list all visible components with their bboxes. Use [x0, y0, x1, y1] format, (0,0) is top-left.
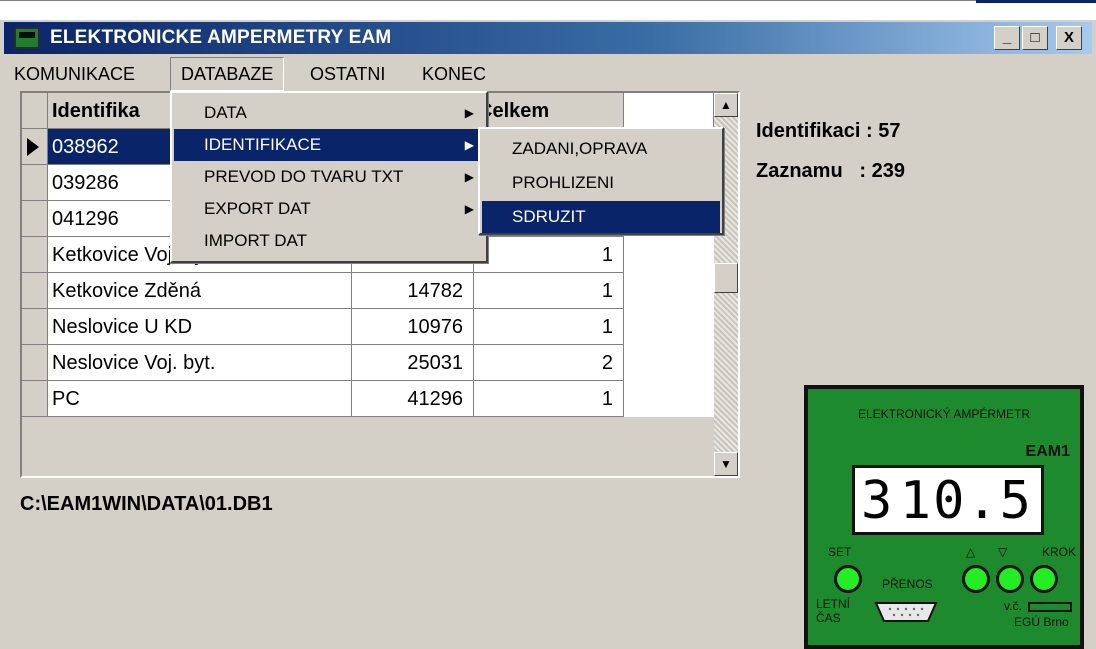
table-row-value[interactable]: 25031	[352, 345, 474, 381]
ampermeter-device-image: ELEKTRONICKÝ AMPÉRMETR EAM1 3 10.5 SET △…	[804, 385, 1084, 649]
background-desktop-strip	[0, 0, 1096, 20]
serial-connector-icon	[874, 602, 938, 622]
menu-item-label: EXPORT DAT	[204, 199, 311, 218]
up-icon: △	[966, 545, 976, 559]
databaze-menu: DATA ▶ IDENTIFIKACE ▶ PREVOD DO TVARU TXT ▶…	[170, 91, 488, 263]
row-indicator[interactable]	[22, 129, 48, 165]
table-row-value[interactable]: 41296	[352, 381, 474, 417]
table-row-value[interactable]: 14782	[352, 273, 474, 309]
menu-ostatni[interactable]: OSTATNI	[300, 57, 395, 91]
down-led	[996, 565, 1024, 593]
letni-label: LETNÍ	[816, 597, 851, 611]
menu-item-label: IMPORT DAT	[204, 231, 307, 250]
window-title: ELEKTRONICKE AMPERMETRY EAM	[50, 27, 392, 48]
scroll-up-button[interactable]: ▲	[714, 93, 738, 117]
menu-konec[interactable]: KONEC	[412, 57, 496, 91]
krok-led	[1030, 565, 1058, 593]
submenu-arrow-icon: ▶	[464, 170, 474, 184]
menu-bar: KOMUNIKACE DATABAZE OSTATNI KONEC	[4, 57, 1092, 91]
row-indicator[interactable]	[22, 165, 48, 201]
serial-number-slot	[1028, 602, 1072, 612]
row-indicator[interactable]	[22, 309, 48, 345]
close-button[interactable]: X	[1056, 26, 1082, 50]
app-icon	[14, 27, 40, 49]
table-row-name[interactable]: Neslovice Voj. byt.	[48, 345, 352, 381]
row-indicator[interactable]	[22, 273, 48, 309]
maker-label: EGÚ Brno	[1014, 615, 1069, 629]
menu-item-label: PREVOD DO TVARU TXT	[204, 167, 404, 186]
lcd-value: 10.5	[899, 471, 1033, 531]
menu-komunikace[interactable]: KOMUNIKACE	[4, 57, 145, 91]
grid-empty-space	[22, 417, 714, 476]
grid-empty-area	[624, 93, 714, 129]
row-indicator[interactable]	[22, 381, 48, 417]
submenu-arrow-icon: ▶	[464, 106, 474, 120]
menu-item-label: IDENTIFIKACE	[204, 135, 322, 154]
prenos-label: PŘENOS	[882, 577, 933, 591]
row-indicator[interactable]	[22, 201, 48, 237]
table-row-name[interactable]: PC	[48, 381, 352, 417]
table-row-name[interactable]: Neslovice U KD	[48, 309, 352, 345]
table-row-name[interactable]: Ketkovice Zděná	[48, 273, 352, 309]
row-indicator[interactable]	[22, 345, 48, 381]
submenu-arrow-icon: ▶	[464, 202, 474, 216]
table-row-value[interactable]: 10976	[352, 309, 474, 345]
identifikace-submenu: ZADANI,OPRAVA PROHLIZENI SDRUZIT	[478, 127, 724, 235]
row-indicator[interactable]	[22, 237, 48, 273]
krok-label: KROK	[1042, 545, 1077, 559]
submenu-arrow-icon: ▶	[464, 138, 474, 152]
app-window: ELEKTRONICKE AMPERMETRY EAM _ □ X KOMUNI…	[0, 20, 1096, 649]
database-path: C:\EAM1WIN\DATA\01.DB1	[20, 493, 273, 515]
column-header-celkem[interactable]: Celkem	[474, 93, 624, 129]
table-row-count[interactable]: 1	[474, 381, 624, 417]
vc-label: v.č.	[1004, 599, 1022, 613]
scroll-down-button[interactable]: ▼	[714, 452, 738, 476]
desktop-line	[0, 0, 976, 1]
table-row-count[interactable]: 1	[474, 237, 624, 273]
up-led	[962, 565, 990, 593]
scroll-thumb[interactable]	[714, 263, 738, 293]
menu-item-export[interactable]: EXPORT DAT ▶	[174, 193, 484, 225]
set-led	[834, 565, 862, 593]
device-model: EAM1	[1025, 443, 1070, 460]
menu-item-label: DATA	[204, 103, 247, 122]
device-title: ELEKTRONICKÝ AMPÉRMETR	[857, 407, 1031, 421]
set-label: SET	[828, 545, 852, 559]
menu-item-import[interactable]: IMPORT DAT	[174, 225, 484, 257]
table-row-count[interactable]: 2	[474, 345, 624, 381]
cas-label: ČAS	[816, 611, 841, 625]
menu-item-data[interactable]: DATA ▶	[174, 97, 484, 129]
title-bar[interactable]: ELEKTRONICKE AMPERMETRY EAM _ □ X	[4, 22, 1092, 54]
grid-corner	[22, 93, 48, 129]
zaznamu-count: Zaznamu : 239	[756, 160, 905, 182]
down-icon: ▽	[998, 545, 1008, 559]
menu-databaze[interactable]: DATABAZE	[170, 57, 285, 91]
current-row-arrow-icon	[27, 138, 39, 156]
lcd-display: 3 10.5	[852, 465, 1044, 535]
identifikaci-count: Identifikaci : 57	[756, 120, 901, 142]
submenu-item-prohlizeni[interactable]: PROHLIZENI	[482, 167, 720, 199]
table-row-count[interactable]: 1	[474, 309, 624, 345]
menu-item-prevod[interactable]: PREVOD DO TVARU TXT ▶	[174, 161, 484, 193]
submenu-item-zadani-oprava[interactable]: ZADANI,OPRAVA	[482, 133, 720, 165]
maximize-button[interactable]: □	[1022, 26, 1048, 50]
table-row-count[interactable]: 1	[474, 273, 624, 309]
minimize-button[interactable]: _	[994, 26, 1020, 50]
lcd-channel: 3	[861, 471, 895, 531]
submenu-item-sdruzit[interactable]: SDRUZIT	[482, 201, 720, 233]
desktop-accent	[976, 0, 1096, 3]
menu-item-identifikace[interactable]: IDENTIFIKACE ▶	[174, 129, 484, 161]
